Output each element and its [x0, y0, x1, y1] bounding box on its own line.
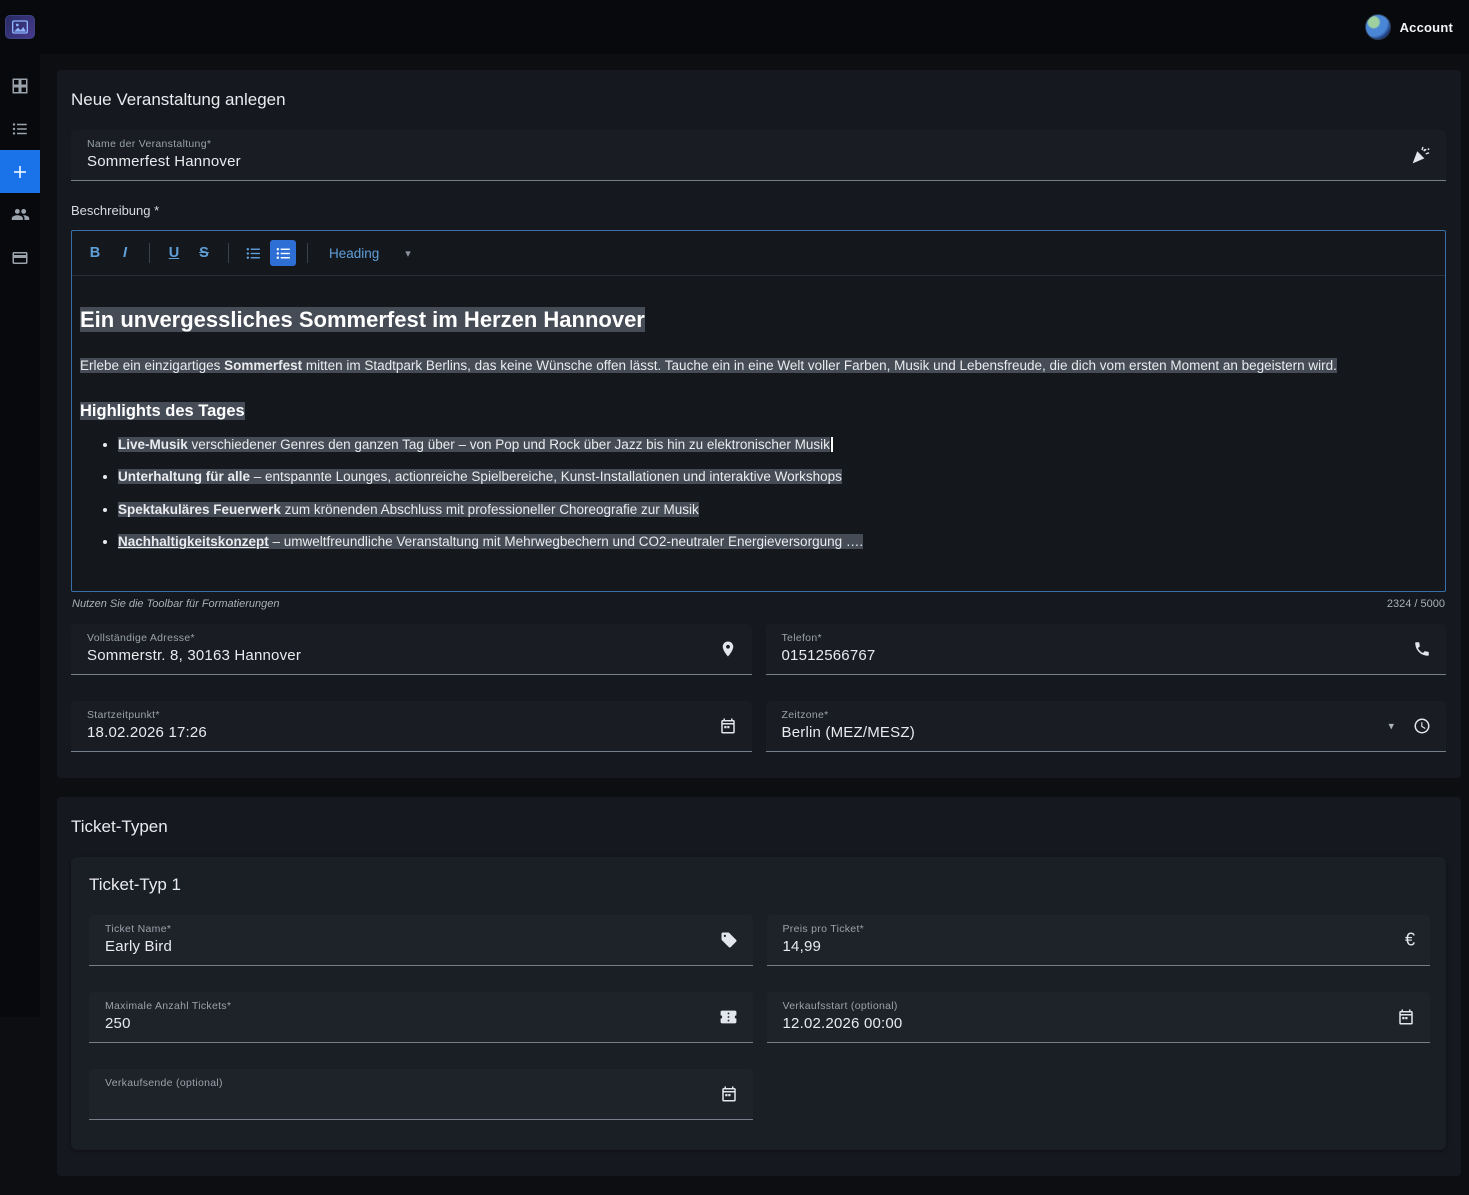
ticket-name-label: Ticket Name* — [105, 923, 707, 935]
ticket-type-1-card: Ticket-Typ 1 Ticket Name* Preis pro Tick… — [71, 857, 1446, 1150]
bullet-list-button[interactable] — [240, 240, 266, 266]
ordered-list-button[interactable] — [270, 240, 296, 266]
avatar[interactable] — [1365, 14, 1391, 40]
sale-start-input[interactable] — [783, 1015, 1385, 1032]
start-datetime-label: Startzeitpunkt* — [87, 709, 706, 721]
clock-icon — [1413, 717, 1431, 735]
sidebar-item-payments[interactable] — [0, 236, 40, 279]
sidebar — [0, 54, 40, 1017]
celebration-icon — [1411, 145, 1431, 165]
ticket-type-1-title: Ticket-Typ 1 — [89, 875, 1430, 895]
ticket-name-field[interactable]: Ticket Name* — [89, 915, 753, 966]
address-field[interactable]: Vollständige Adresse* — [71, 624, 752, 675]
italic-button[interactable]: I — [112, 240, 138, 266]
sidebar-item-events-list[interactable] — [0, 107, 40, 150]
toolbar-divider — [149, 243, 150, 263]
account-menu[interactable]: Account — [1365, 14, 1453, 40]
credit-card-icon — [11, 249, 29, 267]
ticket-name-input[interactable] — [105, 938, 707, 955]
sale-start-field[interactable]: Verkaufsstart (optional) — [767, 992, 1431, 1043]
ordered-list-icon — [275, 245, 292, 262]
dashboard-icon — [11, 77, 29, 95]
ticket-max-field[interactable]: Maximale Anzahl Tickets* — [89, 992, 753, 1043]
event-name-input[interactable] — [87, 153, 1400, 170]
ticket-price-input[interactable] — [783, 938, 1385, 955]
chevron-down-icon[interactable]: ▾ — [1388, 720, 1394, 733]
bullet-list-icon — [245, 245, 262, 262]
people-icon — [11, 205, 30, 224]
phone-label: Telefon* — [782, 632, 1401, 644]
start-datetime-input[interactable] — [87, 724, 706, 741]
app-logo[interactable] — [5, 15, 35, 39]
ticket-price-label: Preis pro Ticket* — [783, 923, 1385, 935]
character-counter: 2324 / 5000 — [1387, 598, 1445, 610]
account-label: Account — [1400, 20, 1453, 35]
list-item: Nachhaltigkeitskonzept – umweltfreundlic… — [118, 532, 1427, 552]
address-input[interactable] — [87, 647, 706, 664]
toolbar-divider — [307, 243, 308, 263]
sale-end-input[interactable] — [105, 1092, 707, 1109]
editor-footer: Nutzen Sie die Toolbar für Formatierunge… — [72, 598, 1445, 610]
ticket-icon — [719, 1008, 738, 1027]
start-datetime-field[interactable]: Startzeitpunkt* — [71, 701, 752, 752]
editor-toolbar: B I U S — [72, 231, 1445, 276]
ticket-fields-grid: Ticket Name* Preis pro Ticket* € Maximal… — [89, 915, 1430, 1120]
event-form-card: Neue Veranstaltung anlegen Name der Vera… — [57, 70, 1461, 778]
sale-start-label: Verkaufsstart (optional) — [783, 1000, 1385, 1012]
editor-subheading: Highlights des Tages — [80, 402, 1427, 421]
page-title: Neue Veranstaltung anlegen — [71, 90, 1446, 110]
sale-end-field[interactable]: Verkaufsende (optional) — [89, 1069, 753, 1120]
image-icon — [12, 20, 28, 34]
editor-heading: Ein unvergessliches Sommerfest im Herzen… — [80, 306, 1427, 334]
editor-bullet-list: Live-Musik verschiedener Genres den ganz… — [80, 435, 1427, 552]
list-item: Unterhaltung für alle – entspannte Loung… — [118, 467, 1427, 487]
sidebar-item-attendees[interactable] — [0, 193, 40, 236]
text-caret — [831, 437, 833, 452]
sale-end-label: Verkaufsende (optional) — [105, 1077, 707, 1089]
topbar: Account — [0, 0, 1469, 54]
sidebar-item-dashboard[interactable] — [0, 64, 40, 107]
address-label: Vollständige Adresse* — [87, 632, 706, 644]
event-name-field[interactable]: Name der Veranstaltung* — [71, 130, 1446, 181]
tag-icon — [720, 931, 738, 949]
phone-icon — [1413, 640, 1431, 658]
bold-button[interactable]: B — [82, 240, 108, 266]
phone-input[interactable] — [782, 647, 1401, 664]
list-item: Live-Musik verschiedener Genres den ganz… — [118, 435, 1427, 455]
ticket-types-card: Ticket-Typen Ticket-Typ 1 Ticket Name* P… — [57, 797, 1461, 1176]
strikethrough-button[interactable]: S — [191, 240, 217, 266]
plus-icon — [11, 163, 29, 181]
location-pin-icon — [719, 640, 737, 658]
toolbar-divider — [228, 243, 229, 263]
timezone-select[interactable] — [782, 724, 1401, 741]
ticket-price-field[interactable]: Preis pro Ticket* € — [767, 915, 1431, 966]
phone-field[interactable]: Telefon* — [766, 624, 1447, 675]
chevron-down-icon[interactable]: ▾ — [405, 247, 411, 260]
calendar-icon[interactable] — [720, 1085, 738, 1103]
description-label: Beschreibung * — [71, 203, 1446, 218]
underline-button[interactable]: U — [161, 240, 187, 266]
editor-content[interactable]: Ein unvergessliches Sommerfest im Herzen… — [72, 276, 1445, 591]
ticket-max-label: Maximale Anzahl Tickets* — [105, 1000, 707, 1012]
main-content: Neue Veranstaltung anlegen Name der Vera… — [40, 54, 1469, 1195]
grid-spacer — [767, 1069, 1431, 1120]
ticket-max-input[interactable] — [105, 1015, 707, 1032]
heading-dropdown[interactable]: Heading — [329, 246, 379, 261]
timezone-label: Zeitzone* — [782, 709, 1401, 721]
euro-icon: € — [1405, 930, 1415, 951]
list-icon — [11, 120, 29, 138]
editor-helper-text: Nutzen Sie die Toolbar für Formatierunge… — [72, 598, 280, 610]
calendar-icon[interactable] — [1397, 1008, 1415, 1026]
ticket-types-title: Ticket-Typen — [71, 817, 1446, 837]
event-name-label: Name der Veranstaltung* — [87, 138, 1400, 150]
sidebar-item-create-event[interactable] — [0, 150, 40, 193]
event-fields-grid: Vollständige Adresse* Telefon* S — [71, 624, 1446, 752]
timezone-field[interactable]: Zeitzone* ▾ — [766, 701, 1447, 752]
editor-paragraph: Erlebe ein einzigartiges Sommerfest mitt… — [80, 356, 1427, 376]
list-item: Spektakuläres Feuerwerk zum krönenden Ab… — [118, 500, 1427, 520]
description-editor: B I U S — [71, 230, 1446, 592]
calendar-icon[interactable] — [719, 717, 737, 735]
